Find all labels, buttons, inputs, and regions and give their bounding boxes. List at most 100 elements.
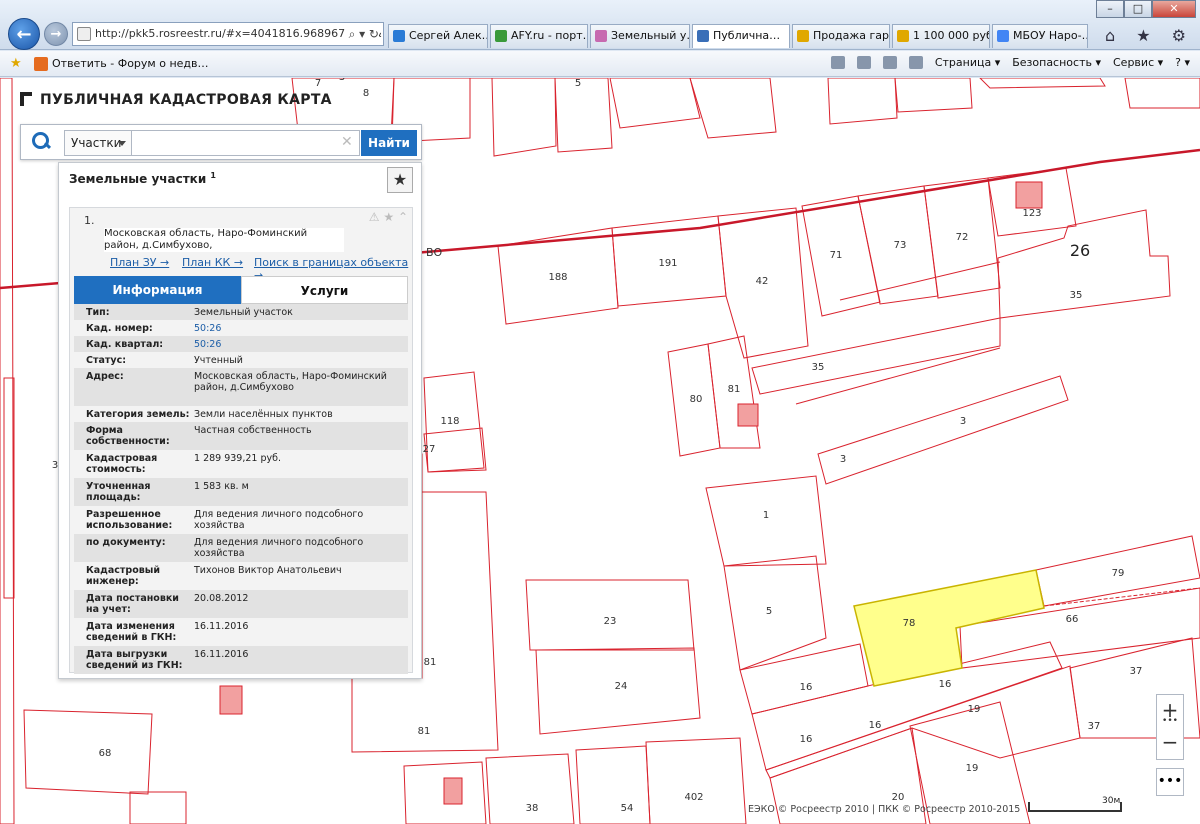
parcel-number-label: 81 <box>424 657 437 668</box>
result-action-icons[interactable]: ⚠ ★ ⌃ <box>369 210 408 224</box>
attribute-table: Тип: Земельный участок Кад. номер: 50:26 Кад… <box>74 304 408 674</box>
more-tools-button[interactable]: ••• <box>1156 768 1184 796</box>
page-menu[interactable]: Страница ▾ <box>935 56 1000 69</box>
parcel-number-label: 7 <box>315 78 321 89</box>
home-icon[interactable] <box>830 56 845 69</box>
service-menu[interactable]: Сервис ▾ <box>1113 56 1163 69</box>
attribute-value[interactable]: 50:26 <box>190 323 408 334</box>
close-button[interactable]: ✕ <box>1152 0 1196 18</box>
zoom-slider-handle[interactable]: ••• <box>1156 716 1184 726</box>
panel-title: Земельные участки 1 <box>69 171 216 186</box>
map-copyright: ЕЭКО © Росреестр 2010 | ПКК © Росреестр … <box>748 804 1021 815</box>
tab-favicon-icon <box>897 30 909 42</box>
back-button[interactable]: ← <box>8 18 40 50</box>
clear-icon[interactable]: ✕ <box>341 134 353 150</box>
minimize-button[interactable]: – <box>1096 0 1124 18</box>
tab-label: Публична… <box>713 29 781 42</box>
search-type-select[interactable]: Участки <box>64 130 132 156</box>
attribute-value: Для ведения личного подсобного хозяйства <box>194 509 364 531</box>
parcel-number-label: 5 <box>575 78 581 89</box>
parcel-number-label: 35 <box>1070 290 1083 301</box>
attribute-value[interactable]: 50:26 <box>190 339 408 350</box>
search-input[interactable] <box>132 130 360 156</box>
parcel-number-label: 73 <box>894 240 907 251</box>
attribute-key: Форма собственности: <box>86 425 170 447</box>
tab-label: Продажа гар… <box>813 29 889 42</box>
results-panel: Земельные участки 1 ★ 1. ⚠ ★ ⌃ Московска… <box>58 162 422 679</box>
browser-tab[interactable]: 1 100 000 руб… <box>892 24 990 48</box>
tab-services[interactable]: Услуги <box>241 276 408 304</box>
parcel-number-label: 16 <box>800 682 813 693</box>
favorites-star-icon[interactable]: ★ <box>10 56 22 71</box>
parcel-number-label: 80 <box>690 394 703 405</box>
plan-zu-link[interactable]: План ЗУ → <box>110 256 169 269</box>
command-bar-tools: Страница ▾ Безопасность ▾ Сервис ▾ ? ▾ <box>830 56 1190 69</box>
browser-tab[interactable]: Земельный у… <box>590 24 690 48</box>
parcel-number-label: 42 <box>756 276 769 287</box>
logo-mark-icon <box>20 92 32 106</box>
panel-title-text: Земельные участки <box>69 172 207 186</box>
browser-window: ← → http://pkk5.rosreestr.ru/#x=4041816.… <box>0 0 1200 824</box>
browser-tab[interactable]: AFY.ru - порт… <box>490 24 588 48</box>
tab-favicon-icon <box>697 30 709 42</box>
mail-icon[interactable] <box>882 56 897 69</box>
attribute-value: Земли населённых пунктов <box>194 409 333 420</box>
browser-tab[interactable]: МБОУ Наро-… <box>992 24 1088 48</box>
parcel-number-label: 16 <box>869 720 882 731</box>
parcel-number-label: 79 <box>1112 568 1125 579</box>
parcel-number-label: 38 <box>526 803 539 814</box>
tab-information[interactable]: Информация <box>74 276 241 304</box>
attribute-value: Учтенный <box>194 355 243 366</box>
print-icon[interactable] <box>908 56 923 69</box>
security-menu[interactable]: Безопасность ▾ <box>1012 56 1101 69</box>
scale-label: 30м <box>1102 796 1121 806</box>
parcel-number-label: 71 <box>830 250 843 261</box>
maximize-button[interactable]: □ <box>1124 0 1152 18</box>
browser-tab[interactable]: Продажа гар… <box>792 24 890 48</box>
favorite-star-button[interactable]: ★ <box>387 167 413 193</box>
map-place-label: ВО <box>426 246 443 259</box>
attribute-row: Разрешенное использование: Для ведения ли… <box>74 506 408 534</box>
attribute-key: Тип: <box>86 307 110 318</box>
help-menu[interactable]: ? ▾ <box>1175 56 1190 69</box>
feeds-icon[interactable] <box>856 56 871 69</box>
browser-tools-icons[interactable]: ⌂ ★ ⚙ <box>1105 26 1194 45</box>
forward-button[interactable]: → <box>44 22 68 46</box>
browser-tab[interactable]: Сергей Алек… <box>388 24 488 48</box>
search-icon[interactable] <box>31 131 53 153</box>
attribute-value: Московская область, Наро-Фоминский район… <box>194 371 387 393</box>
tab-favicon-icon <box>797 30 809 42</box>
app-logo: ПУБЛИЧНАЯ КАДАСТРОВАЯ КАРТА <box>20 92 332 108</box>
parcel-number-label: 16 <box>800 734 813 745</box>
zoom-out-button[interactable]: − <box>1157 727 1183 759</box>
attribute-row: Тип: Земельный участок <box>74 304 408 320</box>
attribute-row: Кад. квартал: 50:26 <box>74 336 408 352</box>
browser-tab[interactable]: Публична… <box>692 24 790 48</box>
parcel-number-label: 66 <box>1066 614 1079 625</box>
attribute-key: Категория земель: <box>86 409 190 420</box>
parcel-number-label: 3 <box>339 78 345 83</box>
chevron-down-icon <box>118 141 126 146</box>
parcel-number-label: 5 <box>766 606 772 617</box>
attribute-row: Категория земель: Земли населённых пункто… <box>74 406 408 422</box>
favorite-site-icon <box>34 57 48 71</box>
find-button[interactable]: Найти <box>361 130 417 156</box>
parcel-number-label: 20 <box>892 792 905 803</box>
plan-kk-link[interactable]: План КК → <box>182 256 243 269</box>
favorite-link[interactable]: Ответить - Форум о недв… <box>52 57 209 70</box>
address-text: http://pkk5.rosreestr.ru/#x=4041816.9689… <box>95 27 382 40</box>
attribute-row: Дата постановки на учет: 20.08.2012 <box>74 590 408 618</box>
tab-label: Земельный у… <box>611 29 690 42</box>
browser-toolbar: ← → http://pkk5.rosreestr.ru/#x=4041816.… <box>0 0 1200 50</box>
parcel-number-label: 123 <box>1022 208 1041 219</box>
parcel-number-label: 16 <box>939 679 952 690</box>
address-tools[interactable]: ⌕ ▾ ↻ <box>344 23 379 45</box>
address-bar[interactable]: http://pkk5.rosreestr.ru/#x=4041816.9689… <box>72 22 384 46</box>
tab-favicon-icon <box>595 30 607 42</box>
attribute-key: Разрешенное использование: <box>86 509 173 531</box>
cadastral-map[interactable]: 7385188191427173721232635358081331182715… <box>0 78 1200 824</box>
attribute-row: Кадастровая стоимость: 1 289 939,21 руб. <box>74 450 408 478</box>
tab-label: Сергей Алек… <box>409 29 488 42</box>
parcel-number-label: 26 <box>1070 241 1090 260</box>
attribute-row: по документу: Для ведения личного подсобн… <box>74 534 408 562</box>
